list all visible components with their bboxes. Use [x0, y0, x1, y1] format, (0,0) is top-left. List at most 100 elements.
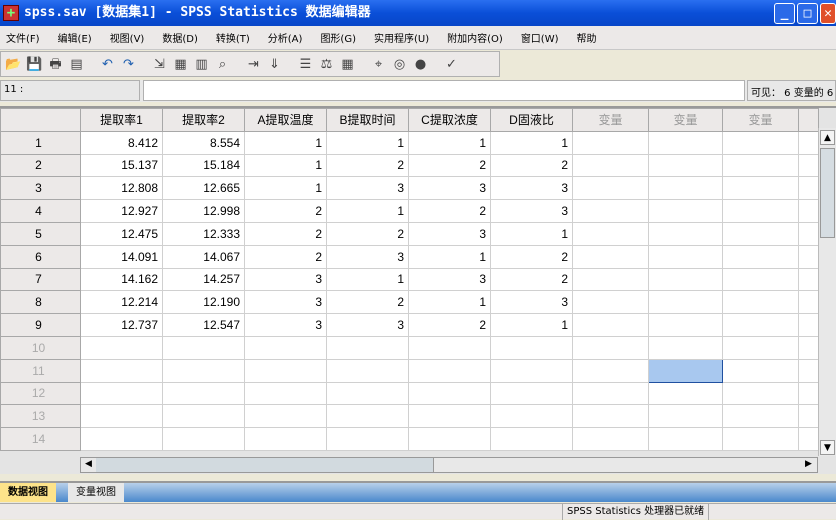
- row-header[interactable]: 2: [0, 153, 81, 178]
- row-header[interactable]: 1: [0, 130, 81, 155]
- data-cell[interactable]: 12.808: [80, 176, 163, 201]
- data-cell[interactable]: 14.257: [162, 267, 245, 292]
- data-cell[interactable]: [572, 130, 649, 155]
- data-cell[interactable]: [80, 381, 163, 406]
- data-cell[interactable]: 2: [326, 221, 409, 246]
- data-cell[interactable]: 1: [244, 176, 327, 201]
- column-header[interactable]: 变量: [648, 108, 723, 132]
- data-cell[interactable]: [648, 267, 723, 292]
- horizontal-scroll-thumb[interactable]: [96, 458, 434, 472]
- data-cell[interactable]: 1: [326, 130, 409, 155]
- data-cell[interactable]: [162, 358, 245, 383]
- data-cell[interactable]: [648, 221, 723, 246]
- data-cell[interactable]: [572, 335, 649, 360]
- data-cell[interactable]: [490, 358, 573, 383]
- data-cell[interactable]: [798, 427, 819, 451]
- data-cell[interactable]: 8.412: [80, 130, 163, 155]
- find-icon[interactable]: ⌕: [214, 56, 231, 73]
- data-cell[interactable]: 1: [490, 313, 573, 337]
- data-cell[interactable]: [798, 335, 819, 360]
- redo-icon[interactable]: ↷: [120, 56, 137, 73]
- data-cell[interactable]: 14.162: [80, 267, 163, 292]
- column-header[interactable]: A提取温度: [244, 108, 327, 132]
- row-header[interactable]: 10: [0, 335, 81, 360]
- data-cell[interactable]: 12.927: [80, 199, 163, 223]
- data-cell[interactable]: [490, 335, 573, 360]
- data-cell[interactable]: 3: [326, 244, 409, 269]
- maximize-button[interactable]: □: [797, 3, 818, 24]
- data-cell[interactable]: 15.184: [162, 153, 245, 178]
- data-cell[interactable]: [244, 404, 327, 429]
- print-icon[interactable]: 🖶: [47, 56, 64, 73]
- horizontal-scrollbar[interactable]: ◀ ▶: [80, 457, 818, 473]
- data-cell[interactable]: [572, 199, 649, 223]
- data-cell[interactable]: [722, 358, 799, 383]
- data-cell[interactable]: [408, 427, 491, 451]
- insert-cases-icon[interactable]: ⇥: [245, 56, 262, 73]
- close-button[interactable]: ✕: [820, 3, 836, 24]
- data-cell[interactable]: [326, 358, 409, 383]
- open-icon[interactable]: 📂: [5, 56, 22, 73]
- data-cell[interactable]: 12.190: [162, 290, 245, 315]
- data-cell[interactable]: 14.091: [80, 244, 163, 269]
- data-cell[interactable]: [798, 221, 819, 246]
- data-cell[interactable]: [722, 244, 799, 269]
- row-header[interactable]: 9: [0, 313, 81, 337]
- data-cell[interactable]: [798, 130, 819, 155]
- data-cell[interactable]: [648, 313, 723, 337]
- data-cell[interactable]: [722, 130, 799, 155]
- data-cell[interactable]: 8.554: [162, 130, 245, 155]
- value-labels-icon[interactable]: ⌖: [370, 56, 387, 73]
- row-header[interactable]: 3: [0, 176, 81, 201]
- column-header[interactable]: B提取时间: [326, 108, 409, 132]
- row-header[interactable]: 4: [0, 199, 81, 223]
- undo-icon[interactable]: ↶: [99, 56, 116, 73]
- data-cell[interactable]: 2: [490, 267, 573, 292]
- menu-item[interactable]: 转换(T): [216, 30, 250, 45]
- menu-item[interactable]: 附加内容(O): [447, 30, 503, 45]
- data-cell[interactable]: 3: [408, 221, 491, 246]
- data-cell[interactable]: 1: [490, 130, 573, 155]
- variables-icon[interactable]: ▥: [193, 56, 210, 73]
- data-cell[interactable]: [798, 176, 819, 201]
- data-cell[interactable]: [572, 221, 649, 246]
- data-cell[interactable]: 3: [490, 290, 573, 315]
- scroll-up-arrow[interactable]: ▲: [820, 130, 835, 145]
- data-cell[interactable]: 2: [408, 313, 491, 337]
- data-cell[interactable]: [798, 358, 819, 383]
- data-cell[interactable]: [162, 427, 245, 451]
- data-cell[interactable]: [648, 427, 723, 451]
- insert-variable-icon[interactable]: ⇓: [266, 56, 283, 73]
- weight-cases-icon[interactable]: ⚖: [318, 56, 335, 73]
- data-cell[interactable]: [722, 313, 799, 337]
- data-cell[interactable]: [648, 130, 723, 155]
- data-cell[interactable]: 3: [244, 267, 327, 292]
- data-cell[interactable]: [408, 358, 491, 383]
- data-cell[interactable]: [572, 313, 649, 337]
- scroll-right-arrow[interactable]: ▶: [801, 457, 816, 472]
- column-header[interactable]: 提取率1: [80, 108, 163, 132]
- menu-item[interactable]: 文件(F): [6, 30, 40, 45]
- vertical-scrollbar[interactable]: ▲ ▼: [818, 128, 836, 456]
- use-sets-icon[interactable]: ◎: [391, 56, 408, 73]
- goto-case-icon[interactable]: ⇲: [151, 56, 168, 73]
- data-cell[interactable]: [798, 199, 819, 223]
- data-cell[interactable]: [326, 381, 409, 406]
- data-cell[interactable]: [798, 267, 819, 292]
- data-cell[interactable]: 1: [408, 244, 491, 269]
- data-cell[interactable]: 14.067: [162, 244, 245, 269]
- data-cell[interactable]: [244, 358, 327, 383]
- data-cell[interactable]: [722, 335, 799, 360]
- data-cell[interactable]: 3: [326, 176, 409, 201]
- data-cell[interactable]: [722, 290, 799, 315]
- data-cell[interactable]: [244, 335, 327, 360]
- data-cell[interactable]: [244, 427, 327, 451]
- data-cell[interactable]: 3: [490, 199, 573, 223]
- data-cell[interactable]: [408, 381, 491, 406]
- data-cell[interactable]: [648, 199, 723, 223]
- data-cell[interactable]: [572, 290, 649, 315]
- data-cell[interactable]: [722, 176, 799, 201]
- data-cell[interactable]: [408, 335, 491, 360]
- data-cell[interactable]: [326, 404, 409, 429]
- goto-variable-icon[interactable]: ▦: [172, 56, 189, 73]
